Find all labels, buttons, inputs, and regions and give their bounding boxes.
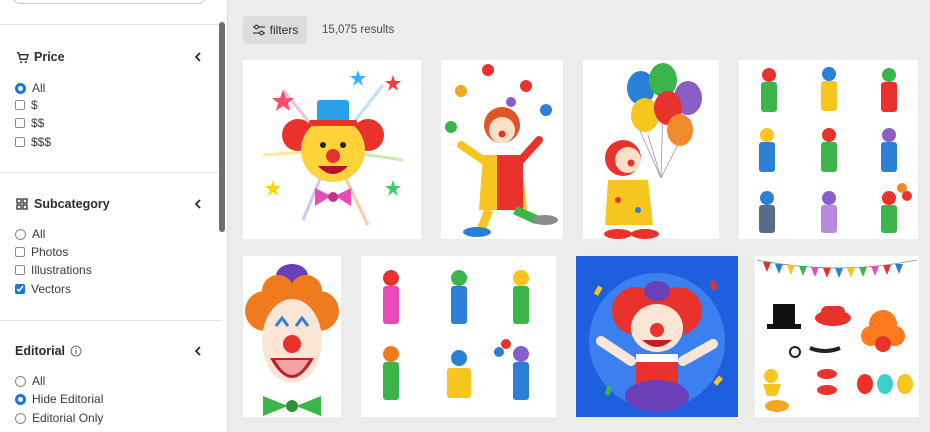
divider [0, 320, 222, 321]
option-label: Editorial Only [32, 411, 104, 425]
subcategory-section-header[interactable]: Subcategory [15, 195, 205, 213]
option-label: All [32, 374, 46, 388]
subcategory-option-photos[interactable]: Photos [15, 244, 68, 260]
radio-button[interactable] [15, 393, 26, 405]
chevron-left-icon[interactable] [191, 50, 205, 64]
chevron-left-icon[interactable] [191, 344, 205, 358]
image-result-clown-confetti[interactable] [576, 256, 738, 417]
checkbox[interactable] [15, 100, 25, 110]
price-section-header[interactable]: Price [15, 48, 205, 66]
editorial-option-all[interactable]: All [15, 373, 45, 389]
editorial-option-only[interactable]: Editorial Only [15, 410, 103, 426]
option-label: Hide Editorial [32, 392, 104, 406]
checkbox[interactable] [15, 137, 25, 147]
price-option-all[interactable]: All [15, 80, 45, 96]
sidebar-scrollbar[interactable] [219, 22, 225, 232]
price-option-3[interactable]: $$$ [15, 134, 51, 150]
cart-icon [15, 50, 29, 64]
image-result-clown-portrait[interactable] [243, 256, 341, 417]
image-result-juggling-clown[interactable] [441, 60, 563, 239]
subcategory-option-vectors[interactable]: Vectors [15, 281, 71, 297]
sliders-icon [252, 24, 265, 36]
image-result-clown-set[interactable] [739, 60, 918, 239]
price-option-2[interactable]: $$ [15, 115, 44, 131]
price-option-1[interactable]: $ [15, 97, 38, 113]
option-label: Illustrations [31, 263, 92, 277]
search-input[interactable] [12, 0, 206, 4]
info-icon[interactable] [70, 345, 82, 357]
image-result-clown-balloons[interactable] [583, 60, 719, 239]
option-label: All [32, 227, 46, 241]
editorial-option-hide[interactable]: Hide Editorial [15, 391, 103, 407]
radio-button[interactable] [15, 82, 26, 94]
grid-icon [15, 197, 29, 211]
option-label: $$$ [31, 135, 52, 149]
image-result-party-props[interactable] [755, 256, 919, 417]
option-label: Vectors [31, 282, 72, 296]
image-result-clown-face-stars[interactable] [243, 60, 421, 239]
checkbox[interactable] [15, 118, 25, 128]
image-result-clown-characters-set[interactable] [361, 256, 556, 417]
filters-button[interactable]: filters [243, 16, 307, 44]
chevron-left-icon[interactable] [191, 197, 205, 211]
results-count: 15,075 results [322, 24, 395, 36]
radio-button[interactable] [15, 228, 26, 240]
radio-button[interactable] [15, 412, 26, 424]
option-label: $$ [31, 116, 45, 130]
filter-sidebar: Price All $ $$ $$$ Subcategory All Photo… [0, 0, 228, 432]
editorial-section-title: Editorial [15, 344, 66, 358]
option-label: $ [31, 98, 38, 112]
radio-button[interactable] [15, 375, 26, 387]
subcategory-option-illustrations[interactable]: Illustrations [15, 262, 92, 278]
subcategory-option-all[interactable]: All [15, 226, 45, 242]
checkmark-icon [16, 285, 24, 293]
editorial-section-header[interactable]: Editorial [15, 342, 205, 360]
divider [0, 24, 222, 25]
price-section-title: Price [34, 50, 65, 64]
subcategory-section-title: Subcategory [34, 197, 110, 211]
filters-label: filters [269, 23, 299, 37]
option-label: Photos [31, 245, 69, 259]
divider [0, 172, 222, 173]
checkbox[interactable] [15, 265, 25, 275]
option-label: All [32, 81, 46, 95]
checkbox[interactable] [15, 247, 25, 257]
checkbox-checked[interactable] [15, 284, 25, 294]
